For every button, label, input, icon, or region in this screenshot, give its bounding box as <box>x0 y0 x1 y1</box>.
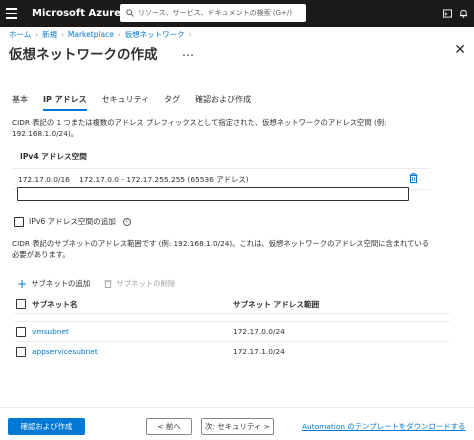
delete-icon <box>104 280 112 288</box>
chevron-right-icon: › <box>35 30 39 39</box>
bell-icon[interactable] <box>459 9 468 18</box>
column-header-subnet-range: サブネット アドレス範囲 <box>233 299 320 309</box>
breadcrumb: ホーム › 新規 › Marketplace › 仮想ネットワーク › <box>9 29 192 40</box>
ipv6-label[interactable]: IPv6 アドレス空間の追加 <box>29 216 116 227</box>
delete-subnet-label: サブネットの削除 <box>116 279 176 288</box>
tab-bar: 基本 IP アドレス セキュリティ タグ 確認および作成 <box>12 94 251 111</box>
cloud-shell-icon[interactable] <box>443 9 452 18</box>
plus-icon: + <box>17 276 28 291</box>
delete-icon[interactable] <box>409 173 418 183</box>
address-space-description: CIDR 表記の 1 つまたは複数のアドレス プレフィックスとして指定された、仮… <box>12 117 452 139</box>
breadcrumb-marketplace[interactable]: Marketplace <box>68 30 114 39</box>
add-subnet-button[interactable]: + サブネットの追加 <box>17 276 91 291</box>
chevron-right-icon: › <box>117 30 121 39</box>
subnet-toolbar: + サブネットの追加 サブネットの削除 <box>17 276 175 291</box>
delete-subnet-button[interactable]: サブネットの削除 <box>104 278 175 289</box>
top-bar: Microsoft Azure <box>0 0 474 27</box>
row-checkbox[interactable] <box>16 346 26 357</box>
download-template-link[interactable]: Automation のテンプレートをダウンロードする <box>302 421 465 432</box>
subnet-name-link[interactable]: vmsubnet <box>32 327 69 336</box>
subnet-range: 172.17.0.0/24 <box>233 327 285 336</box>
breadcrumb-virtual-network[interactable]: 仮想ネットワーク <box>125 29 185 40</box>
row-checkbox[interactable] <box>16 326 26 337</box>
subnet-range: 172.17.1.0/24 <box>233 347 285 356</box>
ipv6-checkbox[interactable] <box>14 216 24 227</box>
previous-button[interactable]: < 前へ <box>146 418 192 435</box>
ipv4-header: IPv4 アドレス空間 <box>12 149 430 169</box>
chevron-right-icon: › <box>188 30 192 39</box>
info-icon[interactable]: i <box>122 217 131 226</box>
breadcrumb-home[interactable]: ホーム <box>9 29 31 40</box>
address-space-range: 172.17.0.0 - 172.17.255.255 (65536 アドレス) <box>79 174 249 184</box>
table-row: appservicesubnet 172.17.1.0/24 <box>14 341 450 361</box>
footer-divider <box>0 407 474 408</box>
subnet-description: CIDR 表記のサブネットのアドレス範囲です (例: 192.168.1.0/2… <box>12 238 452 260</box>
select-all-checkbox[interactable] <box>16 299 26 309</box>
divider <box>14 313 450 321</box>
review-create-button[interactable]: 確認および作成 <box>8 418 85 435</box>
more-options-icon[interactable]: … <box>182 45 195 59</box>
page-title: 仮想ネットワークの作成 <box>9 47 158 63</box>
address-space-cidr[interactable]: 172.17.0.0/16 <box>18 175 70 184</box>
table-header: サブネット名 サブネット アドレス範囲 <box>14 297 450 311</box>
subnet-description-line: 必要があります。 <box>12 250 70 259</box>
ipv6-option: IPv6 アドレス空間の追加 i <box>14 216 131 227</box>
subnet-table: サブネット名 サブネット アドレス範囲 vmsubnet 172.17.0.0/… <box>14 297 450 361</box>
hamburger-menu-icon[interactable] <box>0 0 22 27</box>
search-input[interactable] <box>138 9 303 17</box>
column-header-subnet-name: サブネット名 <box>32 299 78 309</box>
ipv4-address-space-table: IPv4 アドレス空間 172.17.0.0/16 172.17.0.0 - 1… <box>12 149 430 190</box>
new-address-space-input[interactable] <box>17 187 409 201</box>
subnet-name-link[interactable]: appservicesubnet <box>32 347 98 356</box>
search-box[interactable] <box>120 4 306 22</box>
next-security-button[interactable]: 次: セキュリティ > <box>201 418 274 435</box>
tab-basics[interactable]: 基本 <box>12 94 28 111</box>
tab-tags[interactable]: タグ <box>164 94 180 111</box>
brand-label[interactable]: Microsoft Azure <box>32 8 121 19</box>
chevron-right-icon: › <box>61 30 64 39</box>
address-space-description-line: CIDR 表記の 1 つまたは複数のアドレス プレフィックスとして指定された、仮… <box>12 118 387 127</box>
search-icon <box>126 9 134 17</box>
breadcrumb-new[interactable]: 新規 <box>42 29 57 40</box>
subnet-description-line: CIDR 表記のサブネットのアドレス範囲です (例: 192.168.1.0/2… <box>12 239 430 248</box>
add-subnet-label: サブネットの追加 <box>31 279 91 288</box>
table-row: vmsubnet 172.17.0.0/24 <box>14 321 450 341</box>
tab-ip-addresses[interactable]: IP アドレス <box>43 94 87 111</box>
tab-security[interactable]: セキュリティ <box>102 94 150 111</box>
close-icon[interactable]: ✕ <box>454 42 466 58</box>
tab-review-create[interactable]: 確認および作成 <box>195 94 251 111</box>
address-space-description-line: 192.168.1.0/24)。 <box>12 129 78 138</box>
